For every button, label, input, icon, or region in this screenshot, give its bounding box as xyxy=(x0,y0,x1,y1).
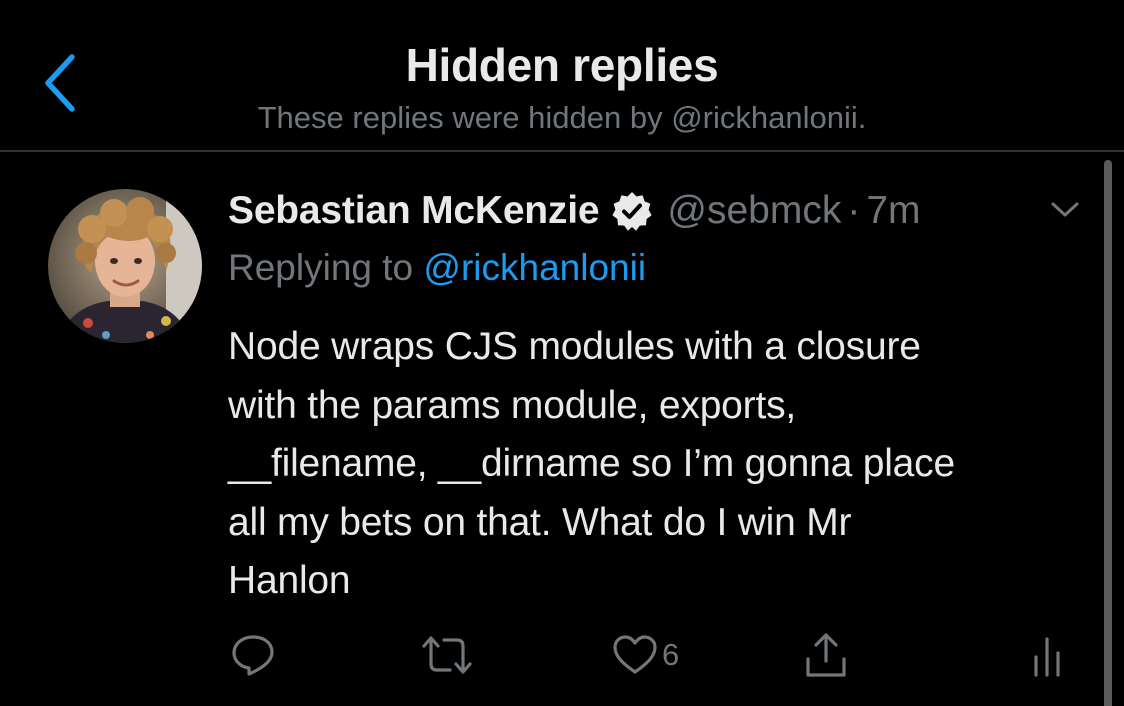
avatar[interactable] xyxy=(48,189,202,343)
replying-to-line: Replying to @rickhanlonii xyxy=(228,247,646,289)
top-bar: Hidden replies These replies were hidden… xyxy=(0,0,1124,152)
verified-badge-icon xyxy=(611,190,653,232)
share-icon xyxy=(802,631,850,679)
analytics-button[interactable] xyxy=(1030,630,1070,680)
author-name[interactable]: Sebastian McKenzie xyxy=(228,189,600,233)
reply-button[interactable] xyxy=(230,630,276,680)
share-button[interactable] xyxy=(802,630,850,680)
scrollbar[interactable] xyxy=(1104,160,1112,706)
tweet-header: Sebastian McKenzie @sebmck · 7m xyxy=(228,183,921,239)
reply-bubble-icon xyxy=(230,632,276,678)
tweet-menu-button[interactable] xyxy=(1040,190,1090,234)
tweet-actions: 6 xyxy=(0,620,1124,690)
tweet-text: Node wraps CJS modules with a closure wi… xyxy=(228,318,1088,611)
like-count: 6 xyxy=(662,637,680,672)
tweet-text-line: Node wraps CJS modules with a closure xyxy=(228,325,921,368)
tweet-timestamp[interactable]: 7m xyxy=(866,189,920,233)
meta-separator: · xyxy=(847,189,861,232)
page-subtitle: These replies were hidden by @rickhanlon… xyxy=(257,100,867,135)
chevron-down-icon xyxy=(1050,200,1080,225)
tweet-text-line: __filename, __dirname so I’m gonna place xyxy=(228,442,955,485)
hidden-replies-screen: Hidden replies These replies were hidden… xyxy=(0,0,1124,706)
retweet-button[interactable] xyxy=(420,630,474,680)
replying-to-label: Replying to xyxy=(228,247,424,288)
heart-icon xyxy=(612,632,658,678)
page-title: Hidden replies xyxy=(405,39,719,91)
analytics-icon xyxy=(1030,631,1070,679)
tweet-text-line: all my bets on that. What do I win Mr xyxy=(228,500,852,544)
like-button[interactable]: 6 xyxy=(612,630,679,680)
retweet-icon xyxy=(420,632,474,678)
tweet-text-line: with the params module, exports, xyxy=(228,383,797,427)
author-handle[interactable]: @sebmck xyxy=(667,189,841,233)
replying-to-mention[interactable]: @rickhanlonii xyxy=(423,247,646,288)
tweet-text-line: Hanlon xyxy=(228,559,351,602)
